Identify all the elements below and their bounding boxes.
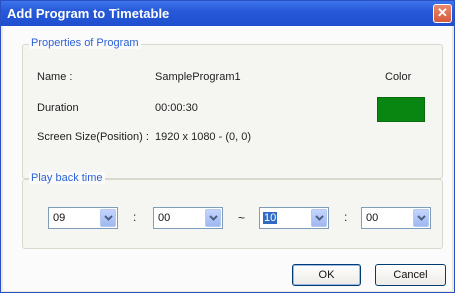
title-bar[interactable]: Add Program to Timetable ✕ (1, 1, 454, 26)
ok-button[interactable]: OK (292, 264, 361, 286)
name-label: Name : (37, 71, 73, 83)
start-minute-select[interactable]: 00 (153, 207, 223, 229)
name-value: SampleProgram1 (155, 71, 241, 83)
end-minute-select[interactable]: 00 (361, 207, 431, 229)
close-icon: ✕ (437, 5, 448, 20)
properties-group: Properties of Program Name : SampleProgr… (22, 37, 443, 179)
dialog-client-area: Properties of Program Name : SampleProgr… (3, 26, 452, 291)
range-separator: ~ (238, 211, 246, 225)
time-separator: : (133, 210, 137, 224)
close-button[interactable]: ✕ (433, 4, 452, 23)
color-swatch[interactable] (377, 97, 425, 122)
duration-label: Duration (37, 102, 79, 114)
time-separator: : (344, 210, 348, 224)
start-minute-dropdown-button[interactable] (205, 209, 221, 227)
chevron-down-icon (209, 215, 218, 221)
end-hour-value: 10 (263, 212, 278, 224)
chevron-down-icon (104, 215, 113, 221)
start-minute-value: 00 (158, 212, 171, 224)
end-hour-select[interactable]: 10 (259, 207, 329, 229)
dialog-title: Add Program to Timetable (7, 6, 170, 21)
playback-group: Play back time 09 : 00 ~ 10: 00 (22, 172, 443, 249)
screen-size-label: Screen Size(Position) : (37, 131, 149, 143)
chevron-down-icon (315, 215, 324, 221)
screen-size-value: 1920 x 1080 - (0, 0) (155, 131, 252, 143)
duration-value: 00:00:30 (155, 102, 198, 114)
start-hour-value: 09 (53, 212, 66, 224)
cancel-button[interactable]: Cancel (375, 264, 446, 286)
dialog-window: Add Program to Timetable ✕ Properties of… (0, 0, 455, 293)
playback-legend: Play back time (29, 172, 105, 184)
start-hour-dropdown-button[interactable] (100, 209, 116, 227)
properties-legend: Properties of Program (29, 37, 141, 49)
color-label: Color (385, 71, 412, 83)
end-hour-dropdown-button[interactable] (311, 209, 327, 227)
chevron-down-icon (417, 215, 426, 221)
end-minute-value: 00 (366, 212, 379, 224)
end-minute-dropdown-button[interactable] (413, 209, 429, 227)
start-hour-select[interactable]: 09 (48, 207, 118, 229)
